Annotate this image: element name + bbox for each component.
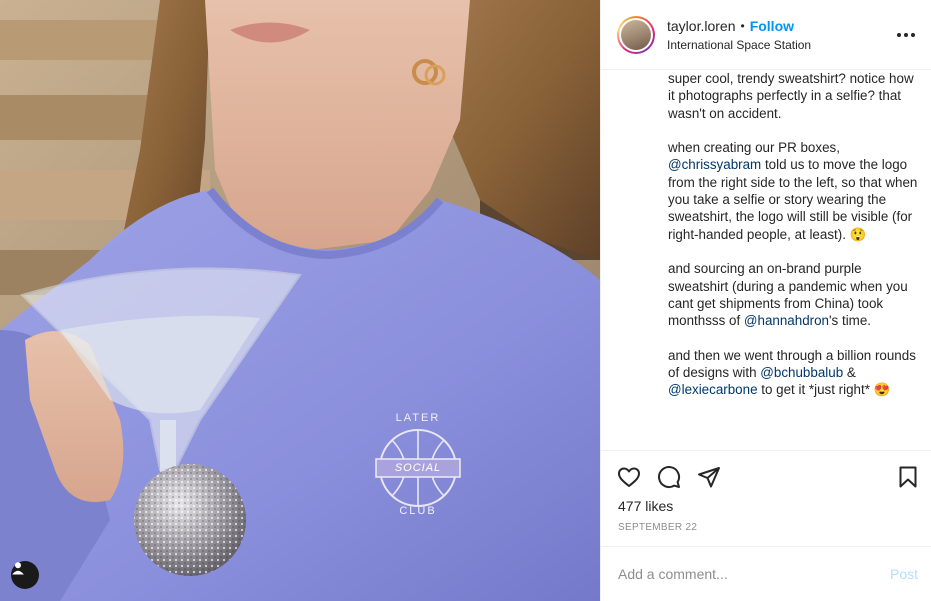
caption-text: & [843,365,856,381]
caption-paragraph: and sourcing an on-brand purple sweatshi… [668,260,920,329]
mention-link[interactable]: @bchubbalub [760,365,843,380]
logo-word-later: LATER [395,412,441,424]
caption-text: super cool, trendy sweatshirt? notice ho… [668,71,914,121]
post-date[interactable]: SEPTEMBER 22 [618,522,697,533]
person-icon [12,562,24,575]
username-link[interactable]: taylor.loren [667,18,735,34]
mention-link[interactable]: @hannahdron [744,313,829,328]
caption-paragraph: and then we went through a billion round… [668,347,920,399]
heart-icon[interactable] [617,465,641,489]
mention-link[interactable]: @lexiecarbone [668,382,758,397]
more-horizontal-icon-dot [904,33,908,37]
caption-text: to get it *just right* 😍 [757,382,891,398]
header-title-row: taylor.loren • Follow [667,18,811,34]
share-icon[interactable] [697,465,721,489]
comment-form: Post [601,546,931,601]
post-photo[interactable]: LATER SOCIAL CLUB [0,0,600,601]
logo-word-club: CLUB [399,505,437,517]
post-side-panel: taylor.loren • Follow International Spac… [600,0,931,601]
post-actions: 477 likes SEPTEMBER 22 [601,450,931,546]
action-icons [617,465,721,489]
caption-text: 's time. [829,313,871,329]
bookmark-icon[interactable] [896,465,920,489]
mention-link[interactable]: @chrissyabram [668,157,761,172]
more-options-button[interactable] [894,27,918,43]
caption: super cool, trendy sweatshirt? notice ho… [601,70,931,450]
follow-button[interactable]: Follow [750,18,794,34]
more-horizontal-icon [897,33,901,37]
logo-text-top: LATER [380,412,456,424]
user-tag-button[interactable] [11,561,39,589]
avatar-image [621,19,651,50]
header-text: taylor.loren • Follow International Spac… [667,18,811,52]
comment-input[interactable] [618,566,890,582]
photo-illustration [0,0,600,601]
separator-dot: • [740,18,745,33]
caption-text: when creating our PR boxes, [668,140,840,156]
logo-text-bottom: CLUB [380,505,456,517]
caption-paragraph: super cool, trendy sweatshirt? notice ho… [668,70,920,122]
comment-icon[interactable] [657,465,681,489]
logo-text-middle: SOCIAL [380,462,456,474]
post-header: taylor.loren • Follow International Spac… [601,0,931,70]
location-link[interactable]: International Space Station [667,38,811,52]
logo-word-social: SOCIAL [394,462,442,474]
more-horizontal-icon-dot [911,33,915,37]
avatar[interactable] [617,15,655,54]
likes-count[interactable]: 477 likes [618,498,673,514]
caption-paragraph: when creating our PR boxes, @chrissyabra… [668,139,920,243]
avatar-border [619,17,653,52]
post-comment-button[interactable]: Post [890,566,918,582]
